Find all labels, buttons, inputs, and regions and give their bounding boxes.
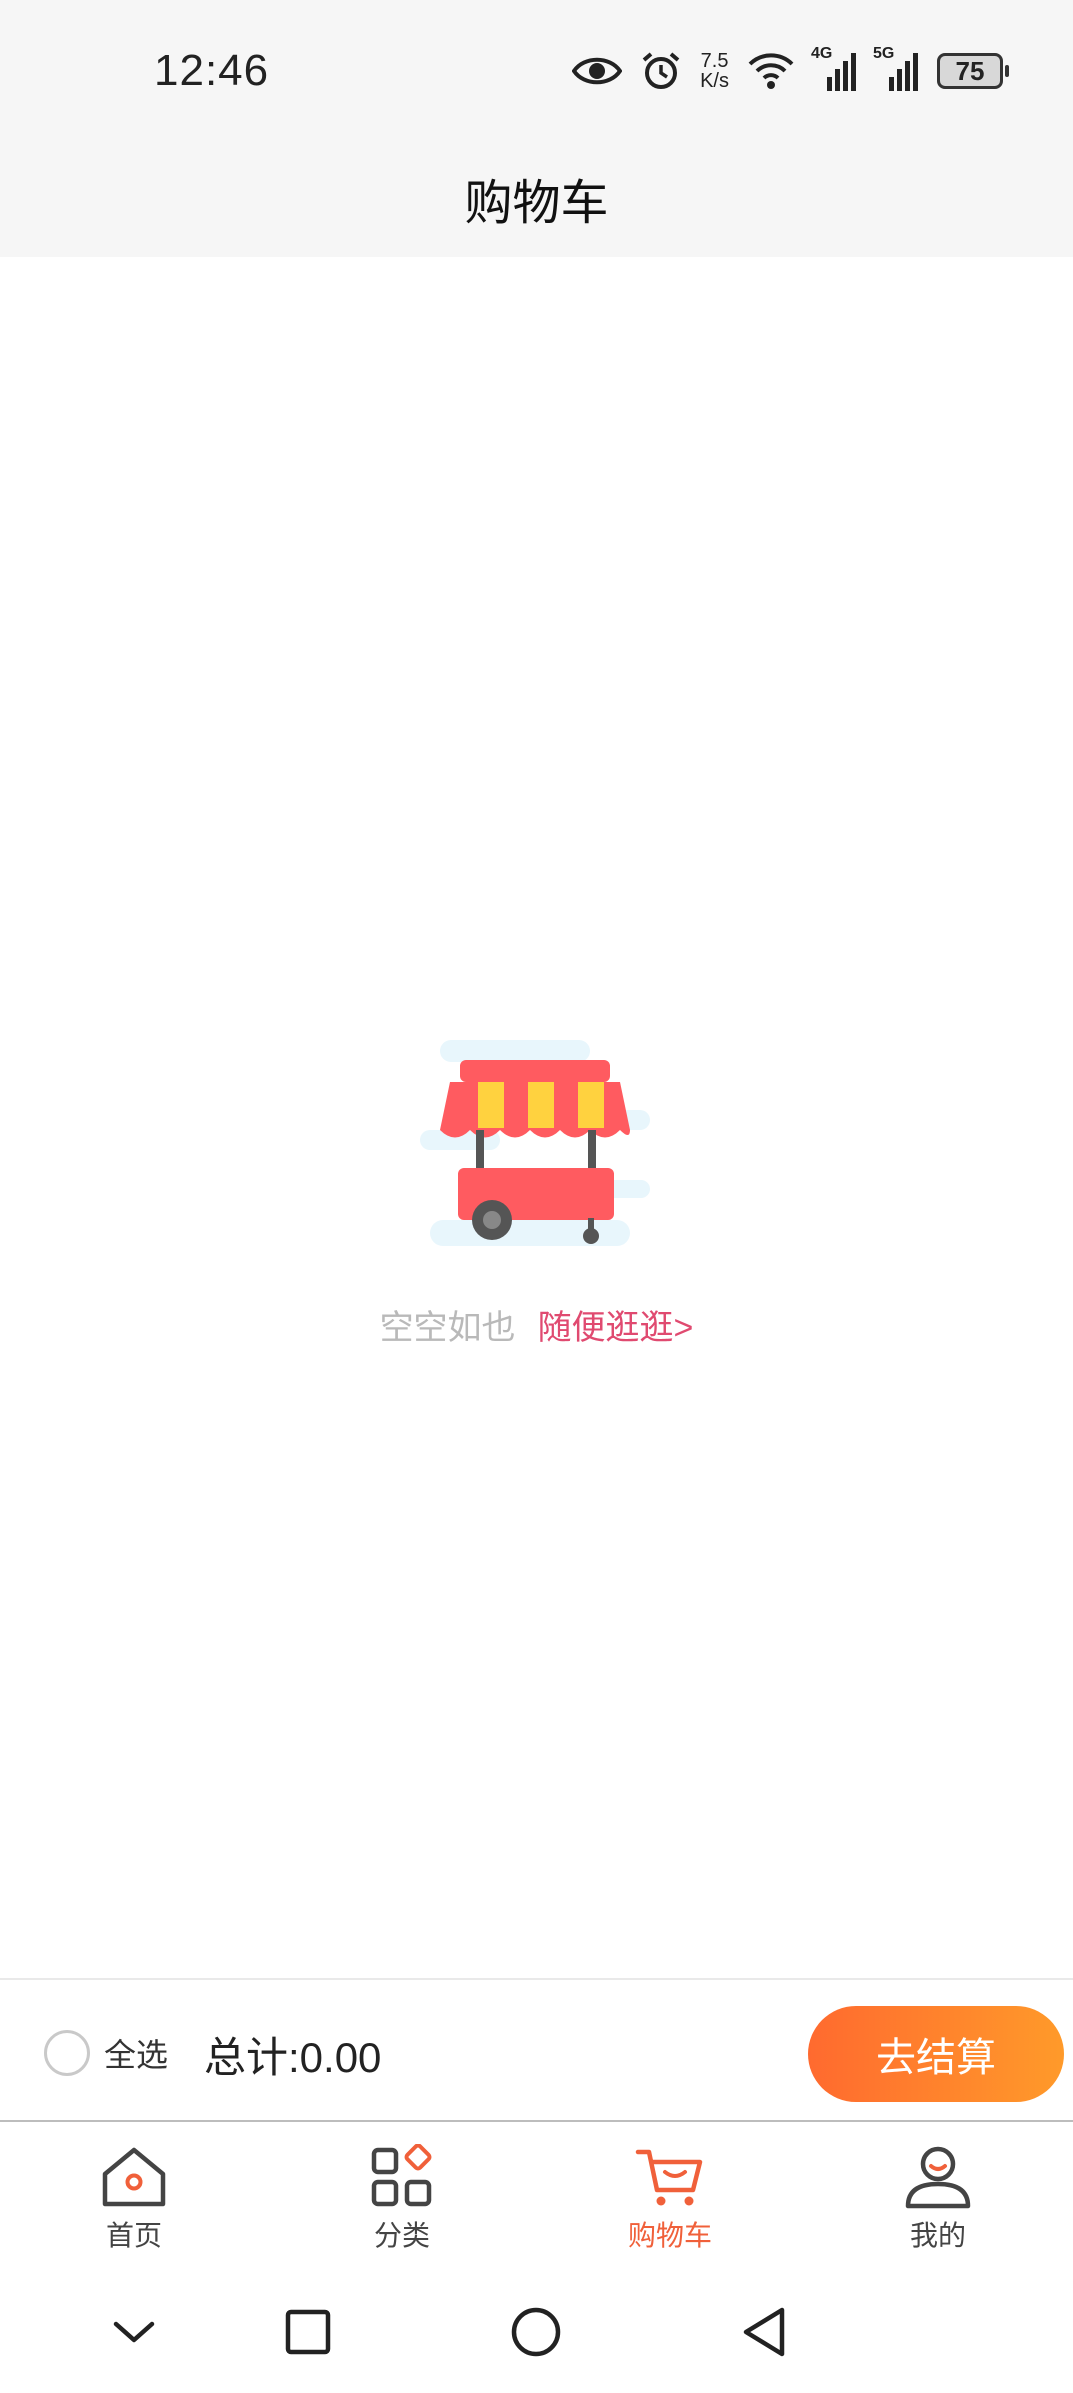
tab-mine[interactable]: 我的 [804, 2122, 1072, 2272]
cart-icon [635, 2149, 703, 2206]
page-header: 购物车 [0, 145, 1073, 257]
network-speed: 7.5 K/s [700, 51, 729, 91]
status-time: 12:46 [154, 46, 270, 95]
empty-cart-stall-icon [420, 1040, 650, 1246]
browse-link[interactable]: 随便逛逛> [538, 1309, 694, 1347]
category-icon [371, 2144, 432, 2207]
tab-cart[interactable]: 购物车 [536, 2122, 804, 2272]
signal-4g-label: 4G [811, 45, 833, 62]
empty-message: 空空如也 [379, 1309, 516, 1347]
system-nav-bar [0, 2272, 1073, 2393]
square-icon [285, 2309, 331, 2355]
alarm-icon [642, 52, 680, 89]
page-title: 购物车 [464, 177, 609, 230]
nav-recents-button[interactable] [278, 2302, 338, 2362]
status-bar: 12:46 7.5 K/s 4G 5G 75 [0, 0, 1073, 145]
net-speed-unit: K/s [700, 70, 729, 92]
select-all-radio[interactable] [44, 2030, 90, 2076]
eye-icon [572, 57, 623, 85]
tab-cart-label: 购物车 [627, 2220, 712, 2251]
tab-bar: 首页 分类 购物车 我的 [0, 2122, 1073, 2272]
tab-home-label: 首页 [105, 2220, 162, 2251]
nav-back-button[interactable] [734, 2302, 794, 2362]
back-triangle-icon [743, 2307, 785, 2357]
checkout-button[interactable]: 去结算 [808, 2006, 1064, 2102]
signal-5g: 5G [873, 45, 919, 91]
user-icon [905, 2146, 971, 2209]
signal-4g: 4G [811, 45, 857, 91]
net-speed-value: 7.5 [700, 50, 729, 72]
total-amount: 总计:0.00 [204, 2034, 382, 2081]
tab-category-label: 分类 [373, 2220, 430, 2251]
tab-category[interactable]: 分类 [268, 2122, 536, 2272]
empty-state: 空空如也 随便逛逛> [0, 1300, 1073, 1349]
signal-5g-label: 5G [873, 45, 895, 62]
select-all-label[interactable]: 全选 [104, 2030, 168, 2076]
tab-mine-label: 我的 [909, 2220, 966, 2251]
nav-home-button[interactable] [506, 2302, 566, 2362]
tab-home[interactable]: 首页 [0, 2122, 268, 2272]
wifi-icon [748, 53, 794, 89]
circle-icon [511, 2307, 561, 2357]
status-icons: 7.5 K/s 4G 5G 75 [572, 45, 1009, 96]
nav-collapse-button[interactable] [104, 2302, 164, 2362]
battery-indicator: 75 [937, 53, 1009, 89]
chevron-down-icon [113, 2321, 155, 2343]
home-icon [102, 2147, 166, 2207]
checkout-bar: 全选 总计:0.00 去结算 [0, 1978, 1073, 2122]
